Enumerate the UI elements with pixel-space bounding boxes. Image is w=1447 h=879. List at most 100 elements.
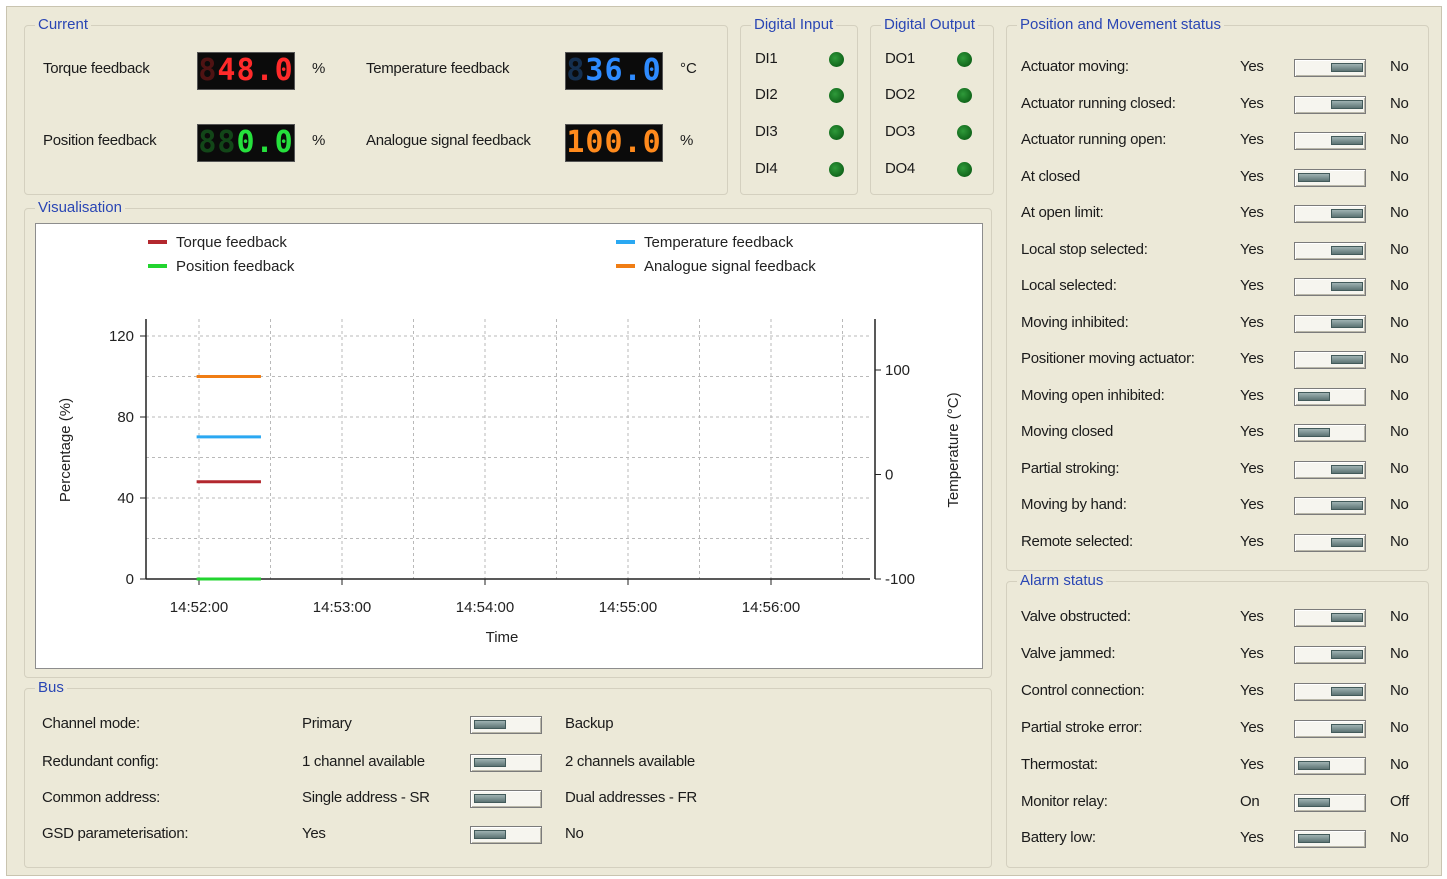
movement-no-label: No bbox=[1390, 350, 1409, 367]
movement-yes-label: Yes bbox=[1240, 313, 1264, 331]
movement-toggle-switch[interactable] bbox=[1294, 460, 1366, 479]
movement-toggle-switch[interactable] bbox=[1294, 59, 1366, 77]
alarm-row-label: Partial stroke error: bbox=[1021, 718, 1143, 736]
movement-yes-label: Yes bbox=[1240, 496, 1264, 513]
movement-no-label: No bbox=[1390, 167, 1409, 185]
bus-toggle-switch[interactable] bbox=[470, 754, 542, 772]
movement-yes-label: Yes bbox=[1240, 204, 1264, 221]
bus-row-label: Channel mode: bbox=[42, 715, 140, 732]
alarm-yes-label: Yes bbox=[1240, 608, 1264, 625]
bus-row-right-option: Backup bbox=[565, 715, 614, 732]
legend-label: Torque feedback bbox=[176, 234, 287, 251]
do-label: DO2 bbox=[885, 86, 915, 103]
alarm-toggle-switch[interactable] bbox=[1294, 830, 1366, 849]
alarm-no-label: No bbox=[1390, 608, 1409, 625]
alarm-toggle-switch[interactable] bbox=[1294, 645, 1366, 664]
x-tick-label: 14:56:00 bbox=[742, 599, 800, 616]
legend-label: Temperature feedback bbox=[644, 234, 794, 251]
switch-knob bbox=[474, 758, 506, 767]
switch-knob bbox=[1298, 760, 1330, 770]
movement-yes-label: Yes bbox=[1240, 94, 1264, 112]
alarm-status-title: Alarm status bbox=[1017, 572, 1107, 590]
movement-toggle-switch[interactable] bbox=[1294, 95, 1366, 114]
movement-toggle-switch[interactable] bbox=[1294, 278, 1366, 296]
led-icon bbox=[957, 125, 972, 140]
alarm-row-label: Valve obstructed: bbox=[1021, 608, 1131, 625]
movement-status-title: Position and Movement status bbox=[1017, 16, 1224, 34]
analogue-signal-feedback-display: 100.0 bbox=[565, 124, 663, 162]
alarm-yes-label: On bbox=[1240, 792, 1260, 810]
digital-input-title: Digital Input bbox=[751, 16, 837, 34]
feedback-line-chart: 0 40 80 120 -100 0 100 14:52:00 14:53:00 14:54:00… bbox=[57, 234, 962, 646]
bus-row-left-option: 1 channel available bbox=[302, 753, 425, 770]
bus-row-left-option: Yes bbox=[302, 825, 326, 842]
alarm-row-label: Monitor relay: bbox=[1021, 792, 1108, 810]
alarm-row-label: Valve jammed: bbox=[1021, 644, 1116, 662]
movement-toggle-switch[interactable] bbox=[1294, 497, 1366, 515]
movement-yes-label: Yes bbox=[1240, 532, 1264, 550]
bus-toggle-switch[interactable] bbox=[470, 826, 542, 844]
digital-output-group: Digital Output DO1 DO2 DO3 DO4 bbox=[870, 16, 994, 195]
alarm-toggle-switch[interactable] bbox=[1294, 793, 1366, 812]
switch-knob bbox=[1298, 391, 1330, 401]
alarm-toggle-switch[interactable] bbox=[1294, 756, 1366, 775]
alarm-toggle-switch[interactable] bbox=[1294, 682, 1366, 701]
movement-no-label: No bbox=[1390, 313, 1409, 331]
alarm-no-label: No bbox=[1390, 718, 1409, 736]
movement-yes-label: Yes bbox=[1240, 167, 1264, 185]
temperature-feedback-label: Temperature feedback bbox=[366, 60, 510, 77]
switch-knob bbox=[1298, 797, 1330, 807]
movement-row-label: Positioner moving actuator: bbox=[1021, 350, 1195, 367]
movement-toggle-switch[interactable] bbox=[1294, 205, 1366, 223]
led-icon bbox=[829, 125, 844, 140]
alarm-toggle-switch[interactable] bbox=[1294, 609, 1366, 627]
movement-row-label: Partial stroking: bbox=[1021, 459, 1120, 477]
bus-toggle-switch[interactable] bbox=[470, 790, 542, 808]
movement-toggle-switch[interactable] bbox=[1294, 351, 1366, 369]
switch-knob bbox=[1331, 136, 1363, 145]
alarm-status-group: Alarm status Valve obstructed: Yes No Valve… bbox=[1006, 572, 1429, 868]
switch-knob bbox=[1331, 613, 1363, 622]
movement-row-label: Moving by hand: bbox=[1021, 496, 1127, 513]
display-ghost-digit: 8 bbox=[566, 53, 586, 88]
di-label: DI4 bbox=[755, 160, 778, 177]
movement-no-label: No bbox=[1390, 532, 1409, 550]
y2-tick-label: 0 bbox=[885, 467, 893, 484]
movement-toggle-switch[interactable] bbox=[1294, 132, 1366, 150]
alarm-no-label: No bbox=[1390, 681, 1409, 699]
analogue-signal-feedback-value: 100.0 bbox=[566, 125, 662, 160]
bus-toggle-switch[interactable] bbox=[470, 716, 542, 734]
switch-knob bbox=[1331, 464, 1363, 474]
display-ghost-digit: 88 bbox=[198, 125, 237, 160]
movement-yes-label: Yes bbox=[1240, 459, 1264, 477]
movement-no-label: No bbox=[1390, 94, 1409, 112]
alarm-yes-label: Yes bbox=[1240, 718, 1264, 736]
movement-row-label: At closed bbox=[1021, 167, 1080, 185]
movement-toggle-switch[interactable] bbox=[1294, 424, 1366, 442]
legend-label: Analogue signal feedback bbox=[644, 258, 816, 275]
led-icon bbox=[957, 88, 972, 103]
di-label: DI3 bbox=[755, 123, 778, 140]
movement-toggle-switch[interactable] bbox=[1294, 168, 1366, 187]
movement-no-label: No bbox=[1390, 204, 1409, 221]
alarm-toggle-switch[interactable] bbox=[1294, 719, 1366, 738]
switch-knob bbox=[1331, 537, 1363, 547]
movement-toggle-switch[interactable] bbox=[1294, 314, 1366, 333]
movement-row-label: Actuator running open: bbox=[1021, 131, 1167, 148]
switch-knob bbox=[1331, 245, 1363, 255]
movement-toggle-switch[interactable] bbox=[1294, 533, 1366, 552]
led-icon bbox=[829, 52, 844, 67]
bus-row-right-option: 2 channels available bbox=[565, 753, 695, 770]
switch-knob bbox=[1298, 428, 1330, 437]
x-tick-label: 14:54:00 bbox=[456, 599, 514, 616]
bus-row-label: Redundant config: bbox=[42, 753, 159, 770]
y2-axis-title: Temperature (°C) bbox=[945, 392, 962, 507]
movement-toggle-switch[interactable] bbox=[1294, 241, 1366, 260]
movement-toggle-switch[interactable] bbox=[1294, 387, 1366, 406]
do-label: DO4 bbox=[885, 160, 915, 177]
y-tick-label: 0 bbox=[126, 571, 134, 588]
switch-knob bbox=[474, 830, 506, 839]
switch-knob bbox=[1331, 723, 1363, 733]
y-axis-title: Percentage (%) bbox=[57, 398, 74, 502]
switch-knob bbox=[1331, 686, 1363, 696]
